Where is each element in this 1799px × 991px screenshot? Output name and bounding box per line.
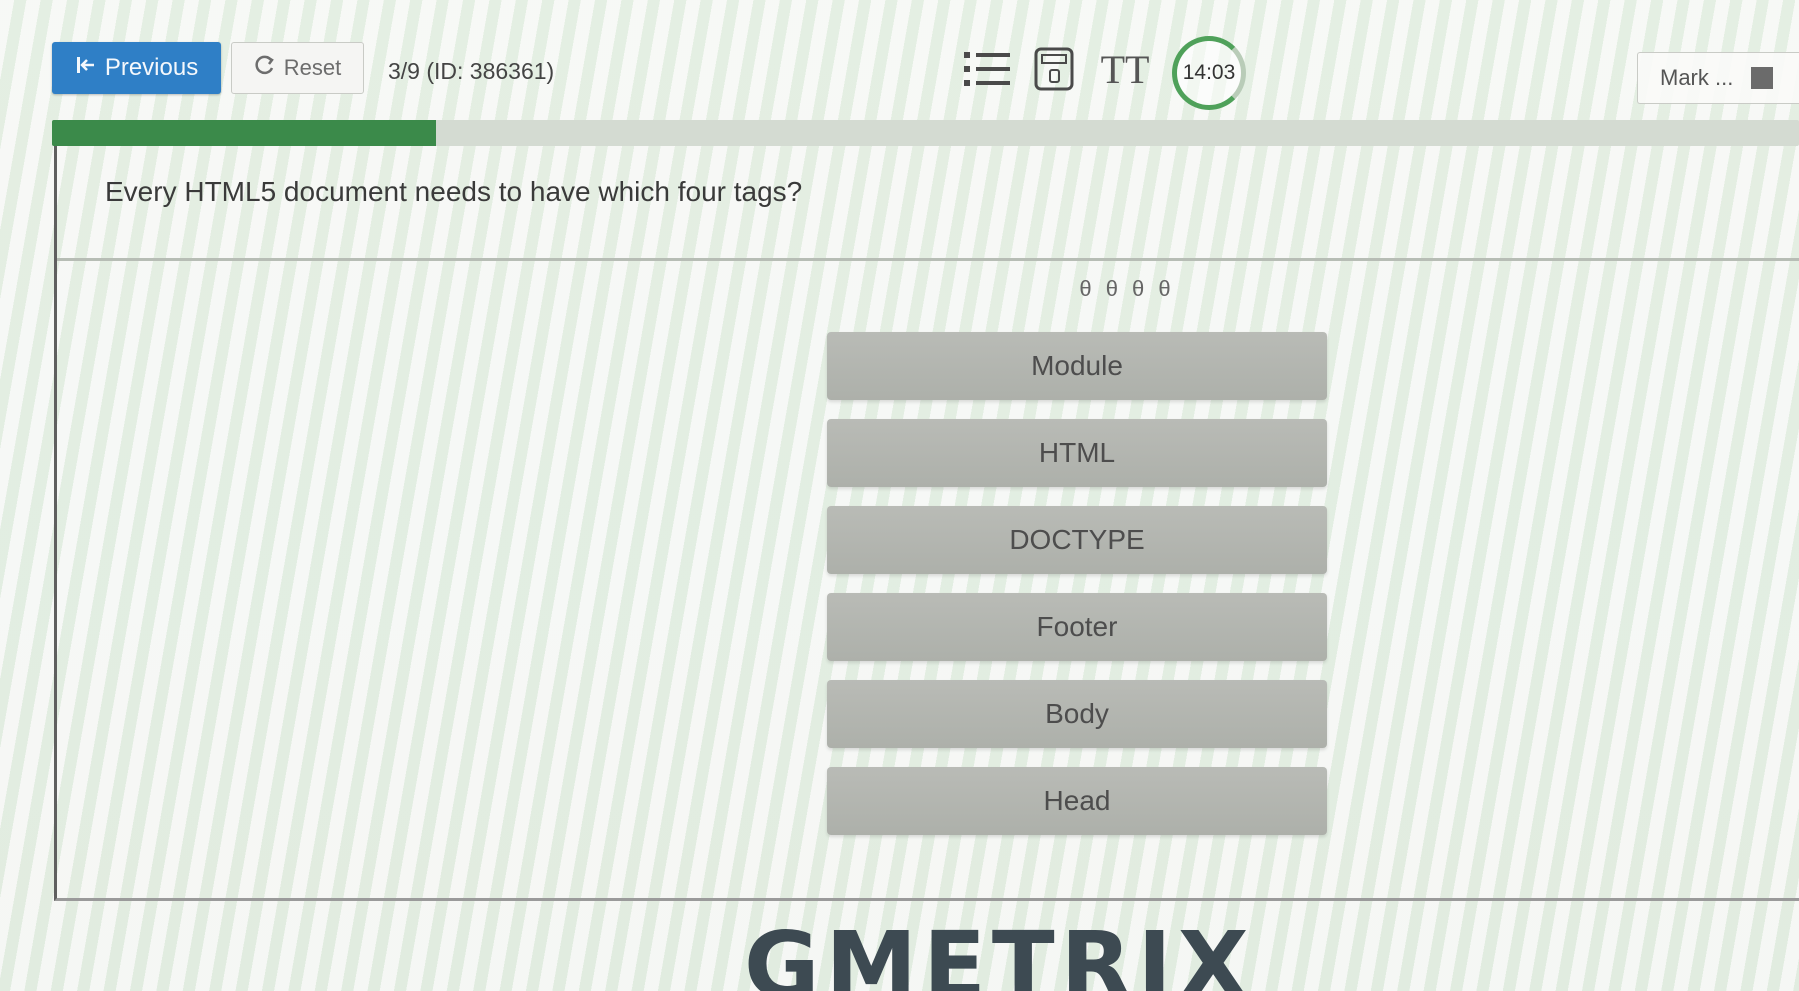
reset-button[interactable]: Reset: [231, 42, 364, 94]
flag-icon: [1751, 67, 1774, 89]
gmetrix-logo: GMETRIX: [744, 920, 1255, 991]
question-text: Every HTML5 document needs to have which…: [105, 176, 803, 207]
answer-option-head[interactable]: Head: [827, 767, 1327, 835]
answer-option-html[interactable]: HTML: [827, 419, 1327, 487]
answer-option-body[interactable]: Body: [827, 680, 1327, 748]
timer: 14:03: [1172, 36, 1246, 110]
progress-fill: [52, 120, 437, 146]
reset-icon: [254, 54, 276, 82]
answer-list: Module HTML DOCTYPE Footer Body Head: [827, 332, 1327, 854]
answer-option-footer[interactable]: Footer: [827, 593, 1327, 661]
reset-label: Reset: [283, 55, 342, 80]
question-divider: [57, 258, 1799, 261]
text-size-icon[interactable]: TT: [1095, 46, 1155, 92]
question-counter: 3/9 (ID: 386361): [388, 58, 555, 84]
mark-button[interactable]: Mark ...: [1637, 52, 1799, 104]
toolbar: Previous Reset 3/9 (ID: 386361) TT 14:03…: [0, 0, 1799, 110]
answer-option-doctype[interactable]: DOCTYPE: [827, 506, 1327, 574]
previous-label: Previous: [104, 54, 199, 81]
progress-bar: [52, 120, 1799, 146]
question-panel: Every HTML5 document needs to have which…: [54, 146, 1799, 901]
skip-back-icon: [75, 54, 97, 83]
answer-slots: θ θ θ θ: [1079, 276, 1175, 301]
mark-label: Mark ...: [1660, 65, 1734, 90]
calculator-icon[interactable]: [1030, 46, 1078, 92]
previous-button[interactable]: Previous: [52, 42, 221, 94]
answer-option-module[interactable]: Module: [827, 332, 1327, 400]
list-icon[interactable]: [960, 46, 1014, 92]
